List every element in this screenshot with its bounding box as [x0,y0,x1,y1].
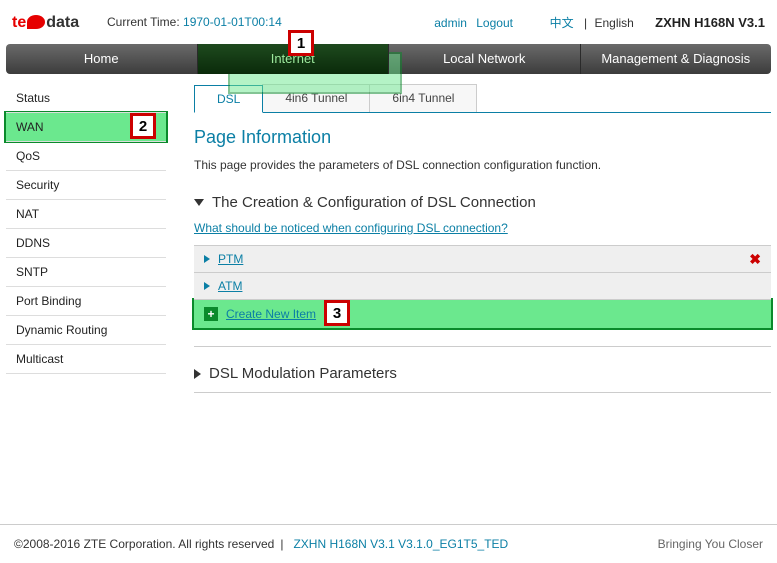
sidebar: Status WAN 2 QoS Security NAT DDNS SNTP … [6,84,166,444]
annotation-marker-3: 3 [324,300,350,326]
divider [194,392,771,393]
main-nav: Home Internet Local Network Management &… [6,44,771,74]
create-new-item-label: Create New Item [226,307,316,321]
logo-prefix: te [12,14,26,31]
model-label: ZXHN H168N V3.1 [655,15,765,30]
annotation-marker-2: 2 [130,113,156,139]
create-new-item-row[interactable]: + Create New Item 3 [194,300,771,328]
footer-firmware-link[interactable]: ZXHN H168N V3.1 V3.1.0_EG1T5_TED [293,537,508,551]
time-label: Current Time: [107,15,180,29]
sidebar-wan-label: WAN [16,120,44,134]
sidebar-item-status[interactable]: Status [6,84,166,113]
footer: ©2008-2016 ZTE Corporation. All rights r… [0,524,777,563]
content-area: DSL 4in6 Tunnel 6in4 Tunnel Page Informa… [166,84,771,444]
divider [194,346,771,347]
chevron-right-icon [204,255,210,263]
section-dsl-connection-toggle[interactable]: The Creation & Configuration of DSL Conn… [194,194,771,211]
sidebar-item-wan[interactable]: WAN 2 [6,113,166,142]
sidebar-item-nat[interactable]: NAT [6,200,166,229]
current-time: Current Time: 1970-01-01T00:14 [107,15,282,29]
sidebar-item-port-binding[interactable]: Port Binding [6,287,166,316]
sidebar-item-ddns[interactable]: DDNS [6,229,166,258]
logout-link[interactable]: Logout [476,16,513,30]
logo-suffix: data [46,14,79,31]
page-description: This page provides the parameters of DSL… [194,158,771,172]
chevron-right-icon [194,369,201,379]
section-dsl-modulation-title: DSL Modulation Parameters [209,365,397,382]
logo-shape-icon [27,15,45,29]
dsl-connection-list: PTM ✖ ATM + Create New Item 3 [194,245,771,328]
sidebar-item-security[interactable]: Security [6,171,166,200]
footer-tagline: Bringing You Closer [658,537,763,551]
time-value: 1970-01-01T00:14 [183,15,282,29]
user-link[interactable]: admin [434,16,467,30]
section-dsl-connection-title: The Creation & Configuration of DSL Conn… [212,194,536,211]
help-link-dsl[interactable]: What should be noticed when configuring … [194,221,508,235]
list-row-ptm-label: PTM [218,252,243,266]
chevron-down-icon [194,199,204,206]
delete-ptm-button[interactable]: ✖ [749,251,761,268]
list-row-atm[interactable]: ATM [194,273,771,300]
nav-management[interactable]: Management & Diagnosis [581,44,772,74]
sidebar-item-multicast[interactable]: Multicast [6,345,166,374]
sidebar-item-sntp[interactable]: SNTP [6,258,166,287]
section-dsl-modulation-toggle[interactable]: DSL Modulation Parameters [194,365,771,382]
header-bar: te data Current Time: 1970-01-01T00:14 ad… [0,0,777,44]
nav-local-network[interactable]: Local Network [389,44,581,74]
nav-home[interactable]: Home [6,44,198,74]
page-title: Page Information [194,127,771,148]
header-right: admin Logout 中文 | English ZXHN H168N V3.… [431,14,765,31]
plus-icon: + [204,307,218,321]
lang-separator: | [584,16,587,30]
footer-copyright: ©2008-2016 ZTE Corporation. All rights r… [14,537,274,551]
annotation-marker-1: 1 [288,30,314,56]
lang-english: English [594,16,633,30]
lang-chinese-link[interactable]: 中文 [550,16,574,30]
chevron-right-icon [204,282,210,290]
list-row-ptm[interactable]: PTM ✖ [194,246,771,273]
brand-logo: te data [12,8,87,36]
list-row-atm-label: ATM [218,279,242,293]
sidebar-item-qos[interactable]: QoS [6,142,166,171]
footer-separator: | [280,537,283,551]
sidebar-item-dynamic-routing[interactable]: Dynamic Routing [6,316,166,345]
